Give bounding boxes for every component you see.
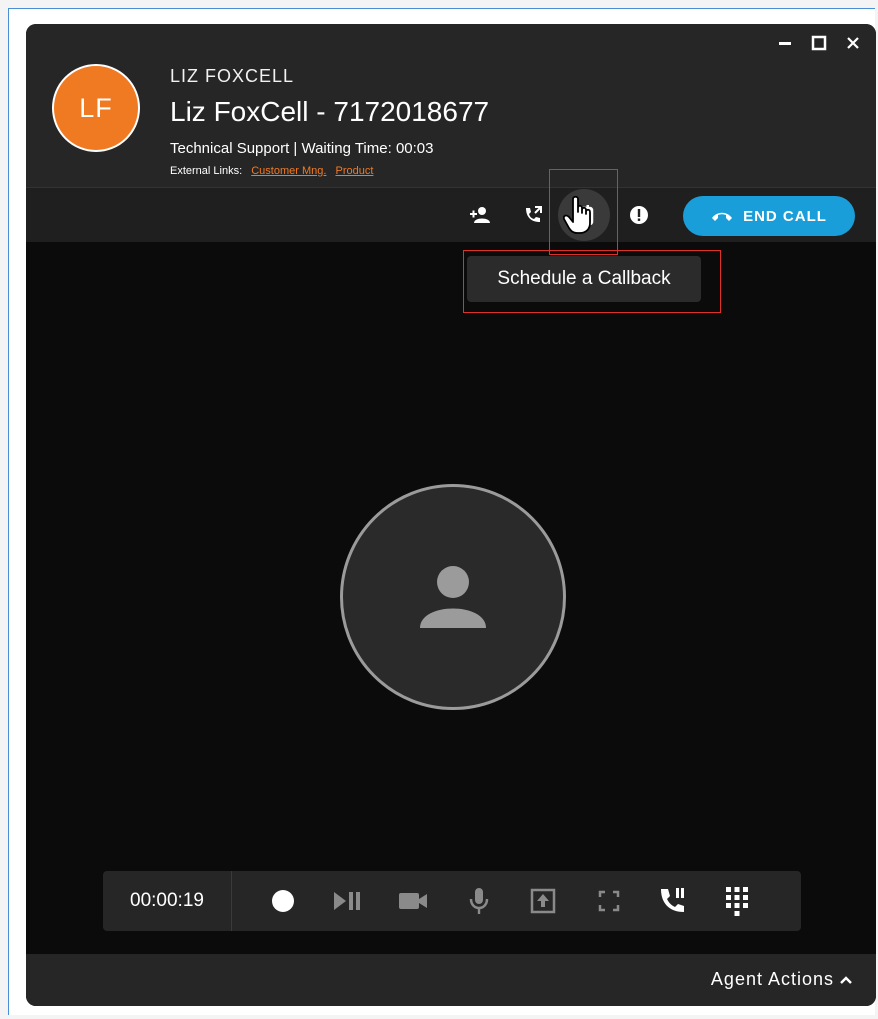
call-timer: 00:00:19 bbox=[103, 871, 232, 931]
share-screen-icon[interactable] bbox=[527, 885, 559, 917]
call-toolbar: END CALL bbox=[26, 187, 876, 242]
call-control-bar: 00:00:19 bbox=[103, 871, 801, 931]
end-call-label: END CALL bbox=[743, 207, 827, 225]
hand-cursor-icon bbox=[562, 195, 597, 240]
add-participant-icon[interactable] bbox=[463, 198, 497, 232]
agent-actions-button[interactable]: Agent Actions bbox=[711, 969, 852, 990]
video-placeholder-avatar bbox=[340, 484, 566, 710]
caller-subtitle: Technical Support | Waiting Time: 00:03 bbox=[170, 140, 434, 157]
video-icon[interactable] bbox=[397, 885, 429, 917]
caller-title: Liz FoxCell - 7172018677 bbox=[170, 96, 490, 127]
hang-up-icon bbox=[712, 212, 733, 221]
play-pause-icon[interactable] bbox=[331, 885, 363, 917]
agent-actions-label: Agent Actions bbox=[710, 969, 834, 989]
hold-call-icon[interactable] bbox=[657, 885, 689, 917]
window-controls bbox=[774, 32, 864, 54]
minimize-icon[interactable] bbox=[774, 32, 796, 54]
call-window: LF LIZ FOXCELL Liz FoxCell - 7172018677 … bbox=[26, 24, 876, 1006]
external-links-label: External Links: bbox=[170, 165, 243, 177]
footer-bar: Agent Actions bbox=[26, 954, 876, 1006]
caller-name-upper: LIZ FOXCELL bbox=[170, 66, 295, 86]
call-header: LF LIZ FOXCELL Liz FoxCell - 7172018677 … bbox=[26, 24, 876, 187]
microphone-icon[interactable] bbox=[463, 885, 495, 917]
highlight-box-tooltip bbox=[463, 250, 721, 313]
link-customer-mng[interactable]: Customer Mng. bbox=[251, 165, 326, 177]
close-icon[interactable] bbox=[842, 32, 864, 54]
fullscreen-icon[interactable] bbox=[593, 885, 625, 917]
external-links: External Links: Customer Mng. Product bbox=[170, 165, 373, 177]
caller-avatar: LF bbox=[52, 64, 140, 152]
link-product[interactable]: Product bbox=[335, 165, 373, 177]
record-icon[interactable] bbox=[267, 885, 299, 917]
dialpad-icon[interactable] bbox=[721, 885, 753, 917]
chevron-up-icon bbox=[840, 975, 852, 984]
maximize-icon[interactable] bbox=[808, 32, 830, 54]
person-icon bbox=[420, 566, 486, 628]
transfer-call-icon[interactable] bbox=[516, 198, 550, 232]
end-call-button[interactable]: END CALL bbox=[683, 196, 855, 236]
alert-icon[interactable] bbox=[622, 198, 656, 232]
